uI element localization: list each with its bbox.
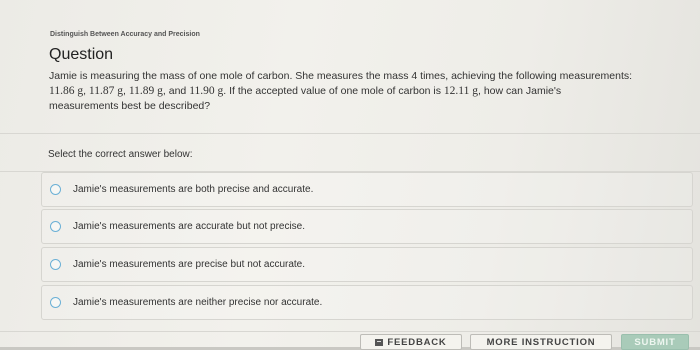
answer-option-1[interactable]: Jamie's measurements are both precise an… — [41, 172, 693, 207]
question-line-3: measurements best be described? — [49, 100, 211, 112]
answer-option-label: Jamie's measurements are precise but not… — [73, 259, 306, 270]
measurement-1: 11.86 g — [49, 85, 84, 97]
accepted-prefix: . If the accepted value of one mole of c… — [223, 85, 444, 97]
divider — [0, 133, 700, 134]
submit-button[interactable]: SUBMIT — [621, 334, 689, 350]
breadcrumb: Distinguish Between Accuracy and Precisi… — [50, 31, 200, 38]
more-instruction-button[interactable]: MORE INSTRUCTION — [470, 334, 612, 350]
feedback-button[interactable]: FEEDBACK — [360, 334, 462, 350]
answer-option-4[interactable]: Jamie's measurements are neither precise… — [41, 285, 693, 320]
radio-button[interactable] — [50, 297, 61, 308]
submit-label: SUBMIT — [634, 336, 676, 348]
answer-option-label: Jamie's measurements are neither precise… — [73, 297, 323, 308]
radio-button[interactable] — [50, 221, 61, 232]
measurement-4: 11.90 g — [189, 85, 224, 97]
feedback-label: FEEDBACK — [387, 336, 447, 348]
accepted-suffix: , how can Jamie's — [478, 85, 562, 97]
accepted-value: 12.11 g — [443, 85, 478, 97]
radio-button[interactable] — [50, 259, 61, 270]
measurement-3: 11.89 g — [128, 85, 163, 97]
question-line-1: Jamie is measuring the mass of one mole … — [49, 70, 633, 82]
page-title: Question — [49, 46, 114, 63]
answer-option-label: Jamie's measurements are accurate but no… — [73, 221, 306, 232]
answer-option-2[interactable]: Jamie's measurements are accurate but no… — [41, 209, 693, 244]
answer-option-label: Jamie's measurements are both precise an… — [73, 184, 314, 195]
measurement-2: 11.87 g — [88, 85, 123, 97]
feedback-icon — [375, 338, 384, 346]
answer-prompt: Select the correct answer below: — [48, 149, 193, 160]
question-line-2: 11.86 g, 11.87 g, 11.89 g, and 11.90 g. … — [49, 85, 562, 97]
question-text: Jamie is measuring the mass of one mole … — [49, 69, 689, 114]
answer-option-3[interactable]: Jamie's measurements are precise but not… — [41, 247, 693, 282]
more-instruction-label: MORE INSTRUCTION — [486, 336, 596, 348]
radio-button[interactable] — [50, 184, 61, 195]
question-page: Distinguish Between Accuracy and Precisi… — [0, 0, 700, 350]
